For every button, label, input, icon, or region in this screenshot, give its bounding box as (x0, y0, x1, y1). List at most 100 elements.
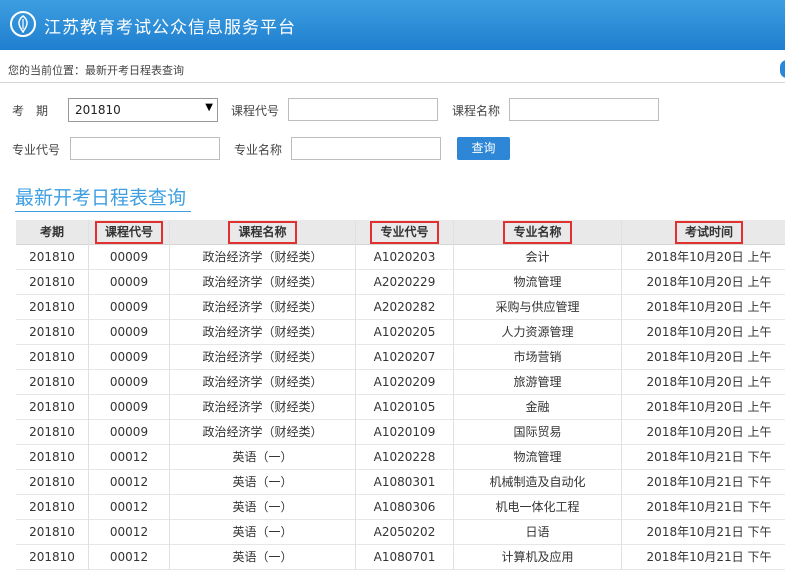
header-period: 考期 (16, 220, 89, 245)
cell-major-name: 机械制造及自动化 (454, 470, 622, 495)
period-label: 考 期 (12, 104, 49, 118)
breadcrumb: 您的当前位置：最新开考日程表查询 (8, 64, 184, 77)
highlight-box: 课程名称 (228, 221, 297, 244)
period-select-value: 201810 (75, 103, 121, 117)
cell-major-name: 金融 (454, 395, 622, 420)
cell-major-code: A2020229 (356, 270, 454, 295)
cell-major-name: 机电一体化工程 (454, 495, 622, 520)
cell-major-code: A1080701 (356, 545, 454, 570)
cell-course-name: 政治经济学（财经类） (170, 370, 356, 395)
top-header: 江苏教育考试公众信息服务平台 (0, 0, 785, 50)
course-name-input[interactable] (509, 98, 659, 121)
cell-course-code: 00012 (89, 495, 170, 520)
table-row: 201810 00012 英语（一） A1080701 计算机及应用 2018年10月21… (16, 545, 785, 570)
cell-major-name: 物流管理 (454, 445, 622, 470)
course-name-label: 课程名称 (452, 104, 501, 118)
cell-course-name: 政治经济学（财经类） (170, 420, 356, 445)
period-select[interactable]: 201810 ▼ (68, 98, 218, 122)
course-code-input[interactable] (288, 98, 438, 121)
header-major-code: 专业代号 (356, 220, 454, 245)
cell-course-name: 英语（一） (170, 495, 356, 520)
cell-major-code: A1020228 (356, 445, 454, 470)
cell-exam-time: 2018年10月20日 上午 (646, 375, 772, 389)
cell-period: 201810 (16, 495, 89, 520)
cell-major-name: 国际贸易 (454, 420, 622, 445)
header-course-code: 课程代号 (89, 220, 170, 245)
cell-major-code: A1080301 (356, 470, 454, 495)
table-row: 201810 00012 英语（一） A2050202 日语 2018年10月21日 下午 (16, 520, 785, 545)
cell-period: 201810 (16, 545, 89, 570)
cell-major-name: 采购与供应管理 (454, 295, 622, 320)
cell-exam-time: 2018年10月20日 上午 (646, 275, 772, 289)
cell-period: 201810 (16, 295, 89, 320)
table-row: 201810 00009 政治经济学（财经类） A1020203 会计 2018年10月2… (16, 245, 785, 270)
course-code-label: 课程代号 (231, 104, 280, 118)
breadcrumb-bar: 您的当前位置：最新开考日程表查询 (0, 55, 785, 83)
cell-course-code: 00009 (89, 420, 170, 445)
cell-period: 201810 (16, 470, 89, 495)
major-name-input[interactable] (291, 137, 441, 160)
side-tab-button[interactable] (780, 60, 785, 78)
cell-major-code: A2020282 (356, 295, 454, 320)
table-row: 201810 00009 政治经济学（财经类） A2020229 物流管理 2018年10… (16, 270, 785, 295)
exam-logo-icon (10, 11, 36, 37)
cell-course-code: 00009 (89, 370, 170, 395)
cell-major-code: A1020109 (356, 420, 454, 445)
cell-exam-time: 2018年10月21日 下午 (646, 450, 772, 464)
cell-major-name: 人力资源管理 (454, 320, 622, 345)
header-exam-time: 考试时间 (622, 220, 785, 245)
table-row: 201810 00012 英语（一） A1080306 机电一体化工程 2018年10月2… (16, 495, 785, 520)
cell-exam-time: 2018年10月20日 上午 (646, 400, 772, 414)
cell-period: 201810 (16, 370, 89, 395)
cell-period: 201810 (16, 320, 89, 345)
cell-course-name: 政治经济学（财经类） (170, 345, 356, 370)
cell-major-code: A1020205 (356, 320, 454, 345)
table-row: 201810 00009 政治经济学（财经类） A1020205 人力资源管理 2018年… (16, 320, 785, 345)
table-row: 201810 00012 英语（一） A1020228 物流管理 2018年10月21日 … (16, 445, 785, 470)
table-row: 201810 00009 政治经济学（财经类） A1020105 金融 2018年10月2… (16, 395, 785, 420)
highlight-box: 课程代号 (94, 221, 163, 244)
cell-major-name: 计算机及应用 (454, 545, 622, 570)
cell-course-code: 00012 (89, 470, 170, 495)
cell-course-name: 英语（一） (170, 520, 356, 545)
header-course-name: 课程名称 (170, 220, 356, 245)
cell-major-code: A2050202 (356, 520, 454, 545)
cell-major-code: A1020209 (356, 370, 454, 395)
cell-exam-time: 2018年10月20日 上午 (646, 350, 772, 364)
cell-period: 201810 (16, 245, 89, 270)
cell-exam-time: 2018年10月21日 下午 (646, 475, 772, 489)
cell-course-code: 00009 (89, 245, 170, 270)
cell-course-code: 00012 (89, 445, 170, 470)
table-row: 201810 00009 政治经济学（财经类） A1020209 旅游管理 2018年10… (16, 370, 785, 395)
cell-major-name: 物流管理 (454, 270, 622, 295)
cell-course-name: 政治经济学（财经类） (170, 270, 356, 295)
cell-course-name: 政治经济学（财经类） (170, 320, 356, 345)
table-row: 201810 00009 政治经济学（财经类） A2020282 采购与供应管理 2018… (16, 295, 785, 320)
cell-period: 201810 (16, 345, 89, 370)
cell-period: 201810 (16, 445, 89, 470)
cell-course-name: 政治经济学（财经类） (170, 395, 356, 420)
cell-course-code: 00012 (89, 520, 170, 545)
major-code-label: 专业代号 (12, 143, 61, 157)
cell-major-name: 市场营销 (454, 345, 622, 370)
cell-exam-time: 2018年10月21日 下午 (646, 500, 772, 514)
cell-major-code: A1080306 (356, 495, 454, 520)
cell-course-code: 00012 (89, 545, 170, 570)
cell-course-code: 00009 (89, 345, 170, 370)
cell-period: 201810 (16, 520, 89, 545)
page-title: 最新开考日程表查询 (15, 187, 187, 209)
cell-period: 201810 (16, 395, 89, 420)
cell-period: 201810 (16, 420, 89, 445)
search-button[interactable]: 查询 (457, 137, 510, 160)
site-title: 江苏教育考试公众信息服务平台 (44, 18, 296, 38)
dropdown-arrow-icon: ▼ (205, 102, 213, 113)
cell-course-name: 英语（一） (170, 545, 356, 570)
cell-course-name: 政治经济学（财经类） (170, 245, 356, 270)
major-code-input[interactable] (70, 137, 220, 160)
cell-exam-time: 2018年10月21日 下午 (646, 550, 772, 564)
cell-major-name: 旅游管理 (454, 370, 622, 395)
cell-major-name: 日语 (454, 520, 622, 545)
table-row: 201810 00012 英语（一） A1080301 机械制造及自动化 2018年10月… (16, 470, 785, 495)
highlight-box: 考试时间 (674, 221, 743, 244)
highlight-box: 专业代号 (370, 221, 439, 244)
